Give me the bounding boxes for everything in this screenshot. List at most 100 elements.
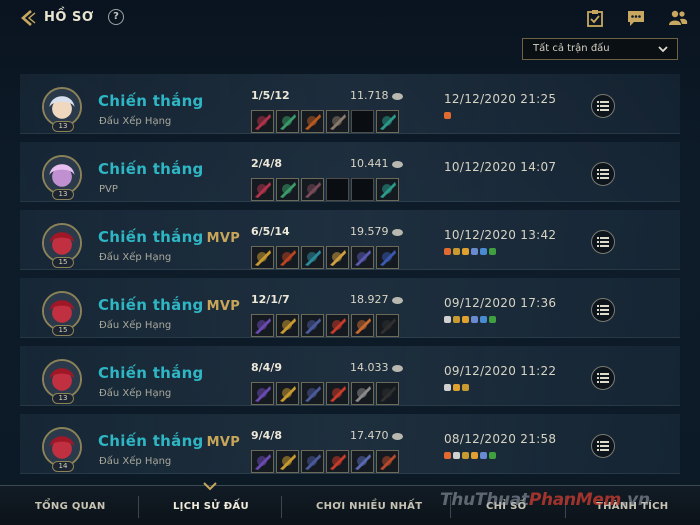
chat-icon[interactable] [626,9,646,27]
item-icon[interactable] [376,314,399,337]
back-button[interactable] [18,8,38,28]
item-icon[interactable] [301,246,324,269]
item-icon[interactable] [301,450,324,473]
top-bar: HỒ SƠ ? [0,0,700,36]
match-date: 09/12/2020 11:22 [444,364,557,378]
match-result: Chiến thắng MVP [98,432,241,450]
achievement-badge-icon [489,248,496,255]
item-build [251,178,399,201]
item-icon[interactable] [376,450,399,473]
match-row[interactable]: 15 Chiến thắng MVP Đấu Xếp Hạng 12/1/7 18… [20,278,680,338]
friends-icon[interactable] [668,9,688,27]
item-icon[interactable] [376,110,399,133]
help-icon[interactable]: ? [108,9,124,25]
achievement-badge-icon [480,316,487,323]
gold-coin-icon [391,296,403,304]
match-detail-button[interactable] [591,434,615,458]
match-mode: Đấu Xếp Hạng [99,252,172,263]
item-icon[interactable] [276,314,299,337]
item-icon[interactable] [301,178,324,201]
tab-overview[interactable]: TỔNG QUAN [35,501,106,512]
tab-match-history[interactable]: LỊCH SỬ ĐẤU [173,501,249,512]
match-filter-select[interactable]: Tất cả trận đấu [522,38,678,60]
item-icon[interactable] [251,178,274,201]
match-mode: Đấu Xếp Hạng [99,456,172,467]
item-icon[interactable] [276,110,299,133]
item-icon[interactable] [326,110,349,133]
mvp-label: MVP [206,299,241,314]
match-detail-button[interactable] [591,298,615,322]
match-result: Chiến thắng [98,92,204,110]
item-icon[interactable] [276,246,299,269]
item-icon[interactable] [251,450,274,473]
match-date: 12/12/2020 21:25 [444,92,557,106]
item-icon[interactable] [301,314,324,337]
gold-earned: 14.033 [350,361,403,374]
filter-selected-label: Tất cả trận đấu [533,43,610,54]
list-icon [597,169,609,179]
match-badges [444,452,496,459]
item-build [251,314,399,337]
item-icon[interactable] [251,314,274,337]
item-icon[interactable] [276,450,299,473]
item-icon[interactable] [376,178,399,201]
hero-level-badge: 13 [52,189,74,200]
item-icon[interactable] [251,110,274,133]
item-icon[interactable] [326,382,349,405]
kda-score: 1/5/12 [251,89,290,102]
item-icon[interactable] [276,178,299,201]
item-build [251,110,399,133]
list-icon [597,305,609,315]
achievement-badge-icon [480,452,487,459]
empty-item-slot[interactable] [351,110,374,133]
achievement-badge-icon [462,384,469,391]
tab-divider [281,496,282,518]
item-build [251,382,399,405]
achievement-badge-icon [471,248,478,255]
achievement-badge-icon [462,248,469,255]
match-detail-button[interactable] [591,94,615,118]
item-icon[interactable] [376,382,399,405]
match-detail-button[interactable] [591,162,615,186]
empty-item-slot[interactable] [326,178,349,201]
achievement-badge-icon [453,248,460,255]
achievement-badge-icon [489,452,496,459]
match-badges [444,316,496,323]
gold-coin-icon [391,228,403,236]
missions-icon[interactable] [585,9,605,27]
item-icon[interactable] [301,382,324,405]
item-icon[interactable] [351,246,374,269]
item-icon[interactable] [326,314,349,337]
match-row[interactable]: 13 Chiến thắng Đấu Xếp Hạng 8/4/9 14.033… [20,346,680,406]
item-icon[interactable] [251,246,274,269]
gold-coin-icon [391,364,403,372]
achievement-badge-icon [444,248,451,255]
match-detail-button[interactable] [591,230,615,254]
match-result: Chiến thắng MVP [98,296,241,314]
empty-item-slot[interactable] [351,178,374,201]
item-icon[interactable] [301,110,324,133]
item-icon[interactable] [276,382,299,405]
item-icon[interactable] [351,450,374,473]
tab-most-played[interactable]: CHƠI NHIỀU NHẤT [316,501,422,512]
gold-coin-icon [391,92,403,100]
item-build [251,450,399,473]
item-icon[interactable] [351,382,374,405]
back-arrow-icon [21,10,36,26]
gold-earned: 17.470 [350,429,403,442]
match-result: Chiến thắng [98,160,204,178]
item-icon[interactable] [326,450,349,473]
match-row[interactable]: 14 Chiến thắng MVP Đấu Xếp Hạng 9/4/8 17.… [20,414,680,474]
match-row[interactable]: 15 Chiến thắng MVP Đấu Xếp Hạng 6/5/14 19… [20,210,680,270]
item-icon[interactable] [376,246,399,269]
item-icon[interactable] [251,382,274,405]
active-tab-indicator-icon [203,482,217,491]
item-icon[interactable] [351,314,374,337]
achievement-badge-icon [444,452,451,459]
hero-level-badge: 15 [52,325,74,336]
match-row[interactable]: 13 Chiến thắng PVP 2/4/8 10.441 10/12/20… [20,142,680,202]
match-detail-button[interactable] [591,366,615,390]
item-icon[interactable] [326,246,349,269]
achievement-badge-icon [462,452,469,459]
match-row[interactable]: 13 Chiến thắng Đấu Xếp Hạng 1/5/12 11.71… [20,74,680,134]
